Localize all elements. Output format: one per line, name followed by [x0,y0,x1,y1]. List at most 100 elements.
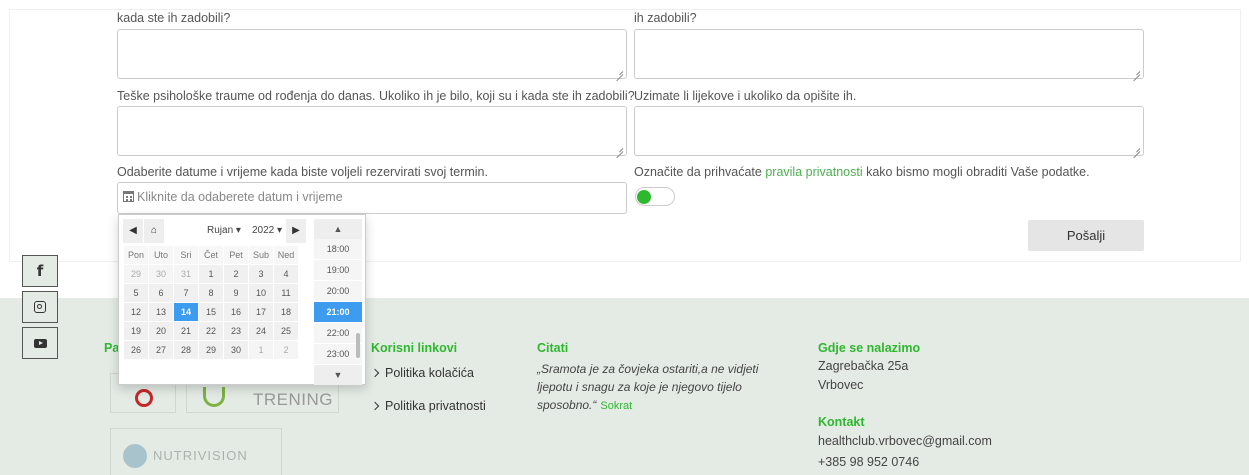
calendar-day[interactable]: 13 [148,302,174,322]
calendar-day[interactable]: 11 [273,283,299,303]
time-option[interactable]: 18:00 [314,239,362,260]
chevron-right-icon [370,368,380,378]
partner-logo-nutrivision[interactable]: NUTRIVISION [110,428,282,475]
calendar-day[interactable]: 31 [173,264,199,284]
contact-phone[interactable]: +385 98 952 0746 [818,455,919,469]
calendar-day[interactable]: 9 [223,283,249,303]
month-value: Rujan [207,225,234,236]
time-option-selected[interactable]: 21:00 [314,302,362,323]
calendar-icon [123,191,134,202]
calendar-day[interactable]: 23 [223,321,249,341]
weekday-header: Pet [223,245,249,265]
triangle-up-icon: ▲ [333,224,343,234]
calendar-day[interactable]: 21 [173,321,199,341]
calendar-day[interactable]: 6 [148,283,174,303]
calendar-day[interactable]: 2 [273,340,299,360]
quote-author: Sokrat [600,400,633,412]
quote-body: „Sramota je za čovjeka ostariti,a ne vid… [537,362,759,412]
calendar-day[interactable]: 1 [198,264,224,284]
home-icon: ⌂ [150,225,158,236]
triangle-left-icon: ◀ [129,225,137,236]
textarea-medication[interactable] [634,106,1144,156]
calendar-day[interactable]: 8 [198,283,224,303]
month-select[interactable]: Rujan ▾ [207,219,241,243]
calendar-day[interactable]: 17 [248,302,274,322]
calendar-day[interactable]: 19 [123,321,149,341]
calendar-day[interactable]: 4 [273,264,299,284]
youtube-button[interactable] [22,327,58,359]
resize-grip-icon[interactable] [616,68,623,75]
calendar-day[interactable]: 1 [248,340,274,360]
calendar-day[interactable]: 10 [248,283,274,303]
time-scroll-down-button[interactable]: ▼ [314,365,362,385]
calendar-day[interactable]: 20 [148,321,174,341]
year-value: 2022 [252,225,275,236]
time-option[interactable]: 23:00 [314,344,362,365]
toggle-knob [637,190,651,204]
weekday-header: Sri [173,245,199,265]
calendar-day[interactable]: 30 [148,264,174,284]
date-time-input[interactable]: Kliknite da odaberete datum i vrijeme [117,182,627,214]
calendar-day[interactable]: 15 [198,302,224,322]
calendar-day[interactable]: 25 [273,321,299,341]
calendar-day[interactable]: 18 [273,302,299,322]
calendar-day[interactable]: 26 [123,340,149,360]
address-city: Vrbovec [818,378,864,392]
link-label: Politika kolačića [385,366,474,380]
partner-emblem-icon [135,389,153,407]
time-option[interactable]: 22:00 [314,323,362,344]
year-select[interactable]: 2022 ▾ [252,219,282,243]
calendar-day[interactable]: 27 [148,340,174,360]
calendar-day[interactable]: 22 [198,321,224,341]
resize-grip-icon[interactable] [1133,145,1140,152]
submit-button[interactable]: Pošalji [1028,220,1144,251]
nutrivision-logo-text: NUTRIVISION [153,448,248,463]
calendar-day[interactable]: 24 [248,321,274,341]
calendar-day[interactable]: 28 [173,340,199,360]
prev-month-button[interactable]: ◀ [123,219,143,243]
field-label: Teške psihološke traume od rođenja do da… [117,89,635,103]
privacy-toggle[interactable] [635,187,675,206]
link-cookie-policy[interactable]: Politika kolačića [370,366,474,380]
privacy-consent-text: Označite da prihvaćate pravila privatnos… [634,165,1090,179]
resize-grip-icon[interactable] [616,145,623,152]
contact-email[interactable]: healthclub.vrbovec@gmail.com [818,434,992,448]
link-privacy-policy[interactable]: Politika privatnosti [370,399,486,413]
next-month-button[interactable]: ▶ [286,219,306,243]
calendar-day[interactable]: 12 [123,302,149,322]
instagram-button[interactable] [22,291,58,323]
weekday-header: Ned [273,245,299,265]
link-label: Politika privatnosti [385,399,486,413]
trening-logo-text: TRENING [253,390,333,409]
time-scrollbar[interactable] [356,333,360,358]
calendar-day[interactable]: 5 [123,283,149,303]
time-option[interactable]: 19:00 [314,260,362,281]
calendar-week: 12 13 14 15 16 17 18 [123,302,299,322]
date-label: Odaberite datume i vrijeme kada biste vo… [117,165,488,179]
weekday-header: Čet [198,245,224,265]
textarea-trauma-physical[interactable] [117,29,627,79]
calendar-grid: Pon Uto Sri Čet Pet Sub Ned 29 30 31 1 2 3 4 5 6 7 8 9 10 1… [123,245,299,360]
today-button[interactable]: ⌂ [144,219,164,243]
time-option[interactable]: 20:00 [314,281,362,302]
textarea-right-1[interactable] [634,29,1144,79]
resize-grip-icon[interactable] [1133,68,1140,75]
calendar-day[interactable]: 29 [123,264,149,284]
weekday-header: Pon [123,245,149,265]
calendar-day[interactable]: 16 [223,302,249,322]
time-options: 18:00 19:00 20:00 21:00 22:00 23:00 [314,239,362,365]
youtube-icon [33,338,47,348]
calendar-day[interactable]: 7 [173,283,199,303]
calendar-day[interactable]: 29 [198,340,224,360]
calendar-day[interactable]: 3 [248,264,274,284]
time-scroll-up-button[interactable]: ▲ [314,219,362,239]
calendar-day[interactable]: 2 [223,264,249,284]
calendar-day-selected[interactable]: 14 [173,302,199,322]
picker-header: ◀ ⌂ Rujan ▾ 2022 ▾ ▶ [123,219,306,243]
partners-heading: Pa [104,341,120,355]
textarea-psych-trauma[interactable] [117,106,627,156]
weekday-row: Pon Uto Sri Čet Pet Sub Ned [123,245,299,265]
privacy-policy-link[interactable]: pravila privatnosti [765,165,862,179]
calendar-day[interactable]: 30 [223,340,249,360]
facebook-button[interactable]: f [22,255,58,287]
